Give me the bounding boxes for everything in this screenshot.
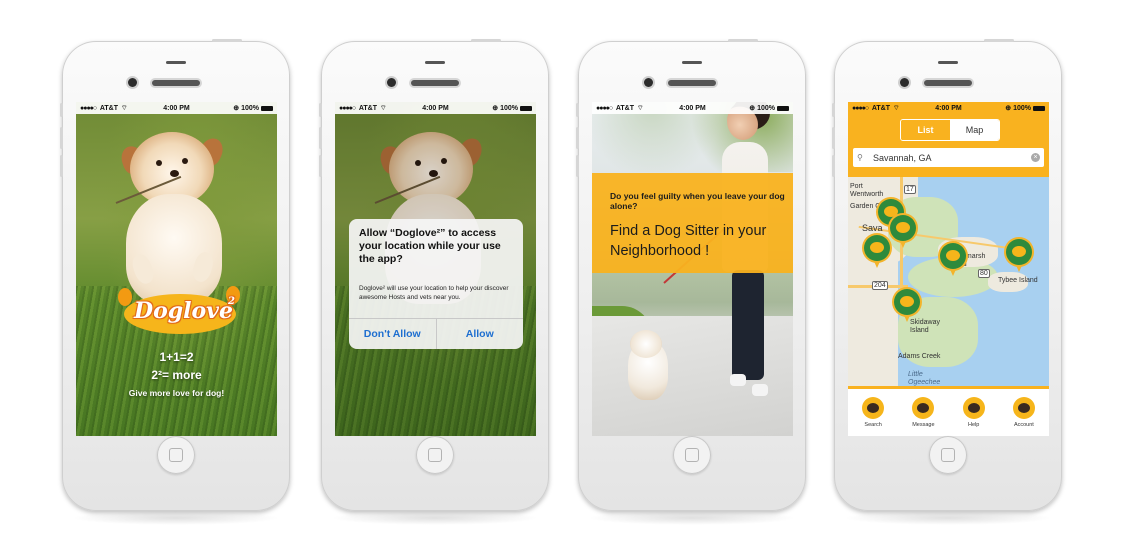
map-label: Adams Creek: [898, 353, 941, 360]
alert-message: Doglove² will use your location to help …: [359, 285, 509, 301]
promo-banner: Do you feel guilty when you leave your d…: [592, 173, 793, 273]
tab-list[interactable]: List: [901, 120, 950, 140]
bottom-tab-bar: Search Message Help Account: [848, 386, 1049, 436]
map-view[interactable]: Port Wentworth Garden City Sava Whitemar…: [848, 177, 1049, 389]
location-permission-alert: Allow “Doglove²” to access your location…: [349, 219, 523, 349]
speaker-grille: [152, 80, 200, 86]
permission-screen: ●●●●○ AT&T ⌔ 4:00 PM ⊕ 100% Allow “Doglov…: [335, 102, 536, 436]
map-label: Little Ogeechee: [908, 371, 941, 386]
highway-shield: 17: [904, 185, 916, 194]
speaker-grille: [411, 80, 459, 86]
carrier-label: AT&T: [99, 104, 118, 112]
battery-icon: [776, 105, 789, 111]
search-icon: ⚲: [857, 153, 863, 162]
alert-title: Allow “Doglove²” to access your location…: [359, 227, 501, 265]
phone-map: ●●●●○ AT&T ⌔ 4:00 PM ⊕ 100% List Map ⚲ Sa…: [832, 39, 1062, 525]
status-time: 4:00 PM: [679, 104, 706, 112]
map-header: List Map ⚲ Savannah, GA ×: [848, 114, 1049, 177]
wifi-icon: ⌔: [379, 104, 387, 112]
tab-message[interactable]: Message: [898, 389, 948, 436]
wifi-icon: ⌔: [120, 104, 128, 112]
status-bar: ●●●●○ AT&T ⌔ 4:00 PM ⊕ 100%: [76, 102, 277, 114]
signal-icon: ●●●●○: [596, 104, 613, 112]
banner-headline: Find a Dog Sitter in your Neighborhood !: [610, 223, 767, 259]
rotation-lock-icon: ⊕: [492, 105, 499, 112]
battery-percent: 100%: [241, 105, 259, 112]
tagline-more: 2²= more: [151, 368, 202, 382]
dont-allow-button[interactable]: Don't Allow: [349, 319, 436, 349]
tab-account[interactable]: Account: [999, 389, 1049, 436]
highway-shield: 80: [978, 269, 990, 278]
map-label: Tybee Island: [998, 277, 1038, 284]
signal-icon: ●●●●○: [339, 104, 356, 112]
onboarding-screen: ●●●●○ AT&T ⌔ 4:00 PM ⊕ 100% Do you feel g…: [592, 102, 793, 436]
home-button[interactable]: [157, 436, 195, 474]
message-dog-icon: [912, 397, 935, 419]
status-time: 4:00 PM: [422, 104, 449, 112]
rotation-lock-icon: ⊕: [233, 105, 240, 112]
speaker-grille: [668, 80, 716, 86]
phone-splash: ●●●●○ AT&T ⌔ 4:00 PM ⊕ 100% Doglove 2 1+1…: [60, 39, 290, 525]
highway-shield: 204: [872, 281, 888, 290]
wifi-icon: ⌔: [636, 104, 644, 112]
rotation-lock-icon: ⊕: [1005, 105, 1012, 112]
sitter-map-pin[interactable]: [940, 243, 966, 277]
carrier-label: AT&T: [871, 104, 890, 112]
battery-icon: [519, 105, 532, 111]
rotation-lock-icon: ⊕: [749, 105, 756, 112]
battery-percent: 100%: [500, 105, 518, 112]
map-label: Port Wentworth: [850, 183, 884, 198]
allow-button[interactable]: Allow: [435, 319, 524, 349]
search-value: Savannah, GA: [873, 152, 932, 163]
sitter-map-pin[interactable]: [1006, 239, 1032, 273]
status-bar: ●●●●○ AT&T ⌔ 4:00 PM ⊕ 100%: [335, 102, 536, 114]
battery-percent: 100%: [1013, 105, 1031, 112]
tab-help[interactable]: Help: [949, 389, 999, 436]
status-bar: ●●●●○ AT&T ⌔ 4:00 PM ⊕ 100%: [848, 102, 1049, 114]
battery-percent: 100%: [757, 105, 775, 112]
battery-icon: [1032, 105, 1045, 111]
sitter-map-pin[interactable]: [890, 215, 916, 249]
signal-icon: ●●●●○: [80, 104, 97, 112]
carrier-label: AT&T: [358, 104, 377, 112]
earpiece: [166, 61, 186, 64]
carrier-label: AT&T: [615, 104, 634, 112]
status-time: 4:00 PM: [935, 104, 962, 112]
doglove-logo: Doglove 2: [116, 286, 246, 346]
map-screen: ●●●●○ AT&T ⌔ 4:00 PM ⊕ 100% List Map ⚲ Sa…: [848, 102, 1049, 436]
list-map-toggle: List Map: [900, 119, 1000, 141]
tagline-slogan: Give more love for dog!: [128, 388, 225, 398]
home-button[interactable]: [416, 436, 454, 474]
sitter-map-pin[interactable]: [864, 235, 890, 269]
front-camera: [387, 78, 396, 87]
phone-onboarding: ●●●●○ AT&T ⌔ 4:00 PM ⊕ 100% Do you feel g…: [576, 39, 806, 525]
alert-button-row: Don't Allow Allow: [349, 318, 523, 349]
front-camera: [900, 78, 909, 87]
help-dog-icon: [962, 397, 985, 419]
tab-search[interactable]: Search: [848, 389, 898, 436]
home-button[interactable]: [929, 436, 967, 474]
banner-question: Do you feel guilty when you leave your d…: [610, 191, 785, 211]
clear-icon[interactable]: ×: [1031, 153, 1040, 162]
account-dog-icon: [1012, 397, 1035, 419]
status-bar: ●●●●○ AT&T ⌔ 4:00 PM ⊕ 100%: [592, 102, 793, 114]
tab-map[interactable]: Map: [950, 120, 999, 140]
wifi-icon: ⌔: [892, 104, 900, 112]
front-camera: [644, 78, 653, 87]
front-camera: [128, 78, 137, 87]
location-search-input[interactable]: ⚲ Savannah, GA ×: [853, 148, 1044, 167]
signal-icon: ●●●●○: [852, 104, 869, 112]
phone-location-permission: ●●●●○ AT&T ⌔ 4:00 PM ⊕ 100% Allow “Doglov…: [319, 39, 549, 525]
search-dog-icon: [862, 397, 885, 419]
battery-icon: [260, 105, 273, 111]
tagline-equation: 1+1=2: [159, 350, 194, 364]
home-button[interactable]: [673, 436, 711, 474]
splash-screen: ●●●●○ AT&T ⌔ 4:00 PM ⊕ 100% Doglove 2 1+1…: [76, 102, 277, 436]
sitter-map-pin[interactable]: [894, 289, 920, 323]
speaker-grille: [924, 80, 972, 86]
status-time: 4:00 PM: [163, 104, 190, 112]
